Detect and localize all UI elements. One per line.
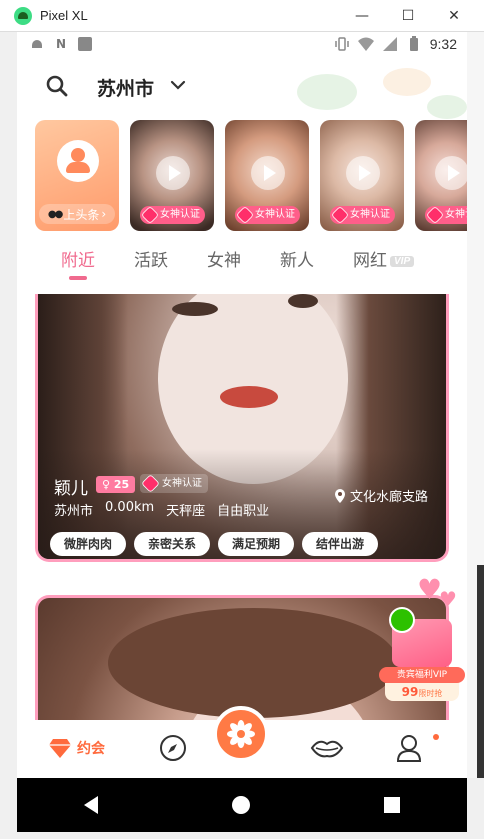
tab-newcomer[interactable]: 新人: [280, 246, 314, 271]
android-icon: [14, 6, 32, 25]
nav-profile[interactable]: [393, 732, 425, 764]
nav-center-button[interactable]: [213, 706, 269, 762]
battery-icon: [406, 36, 422, 52]
eyes-icon: ●●: [47, 208, 64, 220]
phone-screen: N 9:32 苏州市 ●● 上头条 › 女神认证 女神认证 女神认证 女神 附近…: [17, 32, 467, 778]
flower-icon: [227, 720, 255, 748]
tab-active[interactable]: 活跃: [134, 246, 168, 271]
nav-date-label: 约会: [77, 741, 105, 757]
lips-chat-icon: [310, 740, 344, 758]
goddess-badge: 女神认证: [140, 205, 205, 225]
signal-icon: [382, 36, 398, 52]
close-button[interactable]: ✕: [431, 0, 477, 32]
goddess-badge: 女神认证: [140, 474, 208, 493]
story-video-2[interactable]: 女神认证: [225, 120, 309, 231]
profile-card[interactable]: 颖儿 ♀ 25 女神认证 苏州市 0.00km 天秤座 自由职业 文化水廊支路 …: [35, 294, 449, 562]
story-video-3[interactable]: 女神认证: [320, 120, 404, 231]
story-video-4[interactable]: 女神认证: [415, 120, 467, 231]
diamond-icon: [49, 739, 71, 758]
tag-chip[interactable]: 结伴出游: [302, 532, 379, 556]
wifi-icon: [357, 36, 374, 52]
post-headline-card[interactable]: ●● 上头条 ›: [35, 120, 119, 231]
android-debug-icon: [29, 36, 45, 52]
wechat-icon: [389, 607, 415, 633]
profile-job: 自由职业: [217, 504, 270, 519]
tab-nearby[interactable]: 附近: [61, 246, 95, 271]
emulator-side-strip: [477, 565, 484, 778]
profile-distance: 0.00km: [105, 500, 155, 515]
profile-name: 颖儿: [54, 479, 88, 498]
city-selector[interactable]: 苏州市: [97, 74, 154, 101]
promo-label: 贵宾福利VIP: [379, 667, 465, 683]
nav-discover[interactable]: [157, 732, 189, 764]
clock: 9:32: [429, 36, 457, 52]
tag-chip[interactable]: 微胖肉肉: [50, 532, 127, 556]
emulator-title-bar: Pixel XL — ☐ ✕: [0, 0, 484, 32]
location-pin-icon: [334, 488, 345, 503]
play-icon: [251, 156, 285, 190]
play-icon: [346, 156, 380, 190]
vip-promo-widget[interactable]: ♥ ♥ 贵宾福利VIP 99限时抢: [377, 573, 467, 702]
age-badge: ♀ 25: [96, 476, 136, 493]
goddess-badge: 女神认证: [235, 205, 300, 225]
recent-apps-icon[interactable]: [384, 797, 400, 813]
back-icon[interactable]: [84, 796, 98, 814]
heart-icon: ♥: [439, 587, 457, 611]
user-icon: [396, 735, 422, 762]
nav-messages[interactable]: [309, 732, 345, 764]
notification-dot: [433, 734, 439, 740]
play-icon: [435, 156, 467, 190]
headline-button-label: 上头条: [63, 207, 100, 222]
user-avatar-icon: [57, 140, 99, 182]
top-bar: 苏州市: [17, 62, 467, 110]
search-icon[interactable]: [45, 74, 69, 98]
filter-tabs: 附近 活跃 女神 新人 网红 VIP: [17, 240, 467, 280]
tab-influencer-label: 网红: [353, 251, 387, 270]
home-icon[interactable]: [232, 796, 250, 814]
minimize-button[interactable]: —: [339, 0, 385, 32]
window-title: Pixel XL: [40, 8, 88, 23]
goddess-badge: 女神认证: [330, 205, 395, 225]
tab-indicator: [69, 276, 87, 280]
vibrate-icon: [334, 36, 350, 52]
system-navigation-bar: [17, 778, 467, 832]
tab-goddess[interactable]: 女神: [207, 246, 241, 271]
tag-chip[interactable]: 亲密关系: [134, 532, 211, 556]
vip-badge: VIP: [390, 256, 415, 268]
play-icon: [156, 156, 190, 190]
profile-tags: 微胖肉肉 亲密关系 满足预期 结伴出游: [50, 532, 379, 556]
profile-city: 苏州市: [54, 504, 94, 519]
maximize-button[interactable]: ☐: [385, 0, 431, 32]
chevron-right-icon: ›: [101, 207, 107, 221]
tab-influencer[interactable]: 网红 VIP: [353, 246, 415, 271]
n-notification-icon: N: [55, 37, 67, 51]
profile-location: 文化水廊支路: [334, 486, 428, 505]
profile-zodiac: 天秤座: [166, 504, 206, 519]
bottom-nav: 约会: [17, 706, 467, 778]
story-video-1[interactable]: 女神认证: [130, 120, 214, 231]
profile-meta: 苏州市 0.00km 天秤座 自由职业: [54, 500, 269, 519]
tag-chip[interactable]: 满足预期: [218, 532, 295, 556]
stories-row: ●● 上头条 › 女神认证 女神认证 女神认证 女神认证: [35, 120, 467, 232]
nav-date[interactable]: 约会: [49, 732, 105, 764]
compass-icon: [160, 735, 186, 761]
promo-price: 99限时抢: [385, 683, 459, 701]
goddess-badge: 女神认证: [425, 205, 467, 225]
chevron-down-icon[interactable]: [169, 76, 187, 94]
headline-button[interactable]: ●● 上头条 ›: [39, 204, 115, 224]
square-notification-icon: [77, 36, 93, 52]
